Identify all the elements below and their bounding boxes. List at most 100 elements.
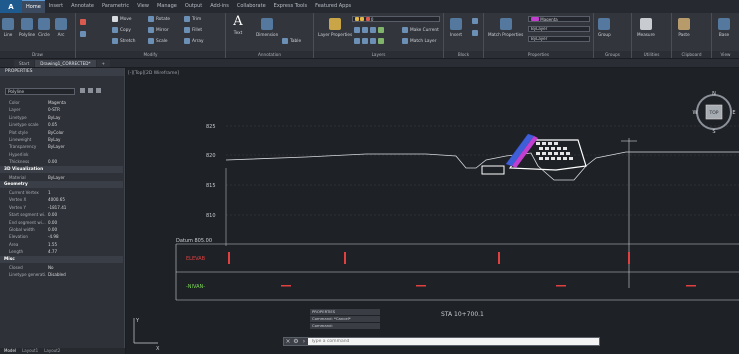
layers-panel-title[interactable]: Layers [314,51,443,58]
ribbon-tab-manage[interactable]: Manage [153,0,181,13]
property-row[interactable]: Area 1.55 [0,241,123,248]
layer-properties-button[interactable]: Layer Properties [318,18,352,37]
property-row[interactable]: Plot style ByColor [0,129,123,136]
properties-panel-title[interactable]: Properties [484,51,593,58]
property-value[interactable]: 4000.65 [46,196,123,203]
layer-dropdown[interactable]: 0 [352,16,440,22]
polyline-button[interactable]: Polyline [19,18,35,37]
property-value[interactable]: 0.00 [46,158,123,165]
property-value[interactable]: ByColor [46,129,123,136]
clipboard-panel-title[interactable]: Clipboard [672,51,711,58]
paste-button[interactable]: Paste [678,18,690,37]
drawing-canvas[interactable]: [-][Top][2D Wireframe] 825 820 815 810 D… [126,68,739,354]
arc-button[interactable]: Arc [55,18,67,37]
property-row[interactable]: Vertex Y -1817.41 [0,204,123,211]
property-value[interactable]: 1.55 [46,241,123,248]
start-tab[interactable]: Start [14,60,35,67]
mirror-button[interactable]: Mirror [148,27,169,33]
trim-button[interactable]: Trim [184,16,201,22]
table-button[interactable]: Table [282,38,301,44]
layout2-tab[interactable]: Layout2 [44,348,60,354]
new-tab-button[interactable]: + [96,60,111,67]
scale-button[interactable]: Scale [148,38,168,44]
groups-panel-title[interactable]: Groups [594,51,631,58]
property-value[interactable]: No [46,264,123,271]
property-value[interactable]: ByLay [46,114,123,121]
culvert-box[interactable] [481,165,505,175]
ribbon-tab-insert[interactable]: Insert [45,0,67,13]
close-icon[interactable]: × [284,338,292,345]
ribbon-tab-output[interactable]: Output [181,0,206,13]
quick-select-icon[interactable] [96,88,101,93]
ribbon-tab-collaborate[interactable]: Collaborate [233,0,270,13]
ribbon-tab-view[interactable]: View [133,0,153,13]
create-block-button[interactable] [472,18,478,24]
property-row[interactable]: Linetype ByLay [0,114,123,121]
layer-tools-row-2[interactable] [354,38,384,44]
annotation-panel-title[interactable]: Annotation [226,51,313,58]
base-view-button[interactable]: Base [718,18,730,37]
erase-button[interactable] [80,19,86,25]
viewcube[interactable]: TOP N S E W [692,90,736,134]
utilities-panel-title[interactable]: Utilities [632,51,671,58]
circle-button[interactable]: Circle [38,18,50,37]
match-layer-button[interactable]: Match Layer [402,38,436,44]
property-value[interactable]: 0-STR [46,106,123,113]
property-value[interactable] [46,151,123,158]
geometry-section[interactable]: Geometry [0,181,123,188]
ribbon-tab-add-ins[interactable]: Add-ins [206,0,233,13]
array-button[interactable]: Array [184,38,204,44]
fillet-button[interactable]: Fillet [184,27,202,33]
property-row[interactable]: Current Vertex 1 [0,189,123,196]
property-value[interactable]: ByLayer [46,143,123,150]
ribbon-tab-featured-apps[interactable]: Featured Apps [311,0,355,13]
copy-button[interactable]: Copy [112,27,131,33]
property-value[interactable]: 0.05 [46,121,123,128]
linetype-dropdown[interactable]: ByLayer [528,26,590,32]
explode-button[interactable] [80,31,86,37]
property-row[interactable]: Start segment wi... 0.00 [0,211,123,218]
layer-tools-row-1[interactable] [354,27,384,33]
ribbon-tab-home[interactable]: Home [22,0,45,13]
misc-section[interactable]: Misc [0,255,123,263]
make-current-button[interactable]: Make Current [402,27,439,33]
color-dropdown[interactable]: Magenta [528,16,590,22]
property-row[interactable]: Global width 0.00 [0,226,123,233]
customize-icon[interactable]: ⚙ [292,338,300,345]
property-row[interactable]: Length 4.77 [0,248,123,255]
block-panel-title[interactable]: Block [444,51,483,58]
property-row[interactable]: Vertex X 4000.65 [0,196,123,203]
edit-block-button[interactable] [472,30,478,36]
property-row[interactable]: Layer 0-STR [0,106,123,113]
property-row[interactable]: Linetype scale 0.05 [0,121,123,128]
property-row[interactable]: Elevation -4.98 [0,233,123,240]
property-row[interactable]: Transparency ByLayer [0,143,123,150]
toggle-pickadd-icon[interactable] [80,88,85,93]
draw-panel-title[interactable]: Draw [0,51,75,58]
ribbon-tab-annotate[interactable]: Annotate [67,0,98,13]
property-row[interactable]: Color Magenta [0,99,123,106]
application-menu-button[interactable]: A [0,0,22,13]
property-value[interactable]: -1817.41 [46,204,123,211]
property-row[interactable]: Closed No [0,264,123,271]
property-value[interactable]: 0.00 [46,219,123,226]
stretch-button[interactable]: Stretch [112,38,136,44]
property-row[interactable]: Thickness 0.00 [0,158,123,165]
property-row[interactable]: Linetype generati... Disabled [0,271,123,278]
group-button[interactable]: Group [598,18,611,37]
property-row[interactable]: Lineweight ByLay [0,136,123,143]
measure-button[interactable]: Measure [637,18,655,37]
ribbon-tab-parametric[interactable]: Parametric [98,0,133,13]
insert-block-button[interactable]: Insert [450,18,462,37]
properties-palette-title[interactable]: PROPERTIES [0,68,124,76]
property-value[interactable]: 0.00 [46,226,123,233]
3d-visualization-section[interactable]: 3D Visualization [0,165,123,173]
match-properties-button[interactable]: Match Properties [488,18,523,37]
command-input[interactable] [308,338,599,345]
property-value[interactable]: 4.77 [46,248,123,255]
view-panel-title[interactable]: View [712,51,739,58]
object-type-dropdown[interactable]: Polyline [5,88,75,95]
property-value[interactable]: Disabled [46,271,123,278]
modify-panel-title[interactable]: Modify [76,51,225,58]
property-value[interactable]: ByLay [46,136,123,143]
